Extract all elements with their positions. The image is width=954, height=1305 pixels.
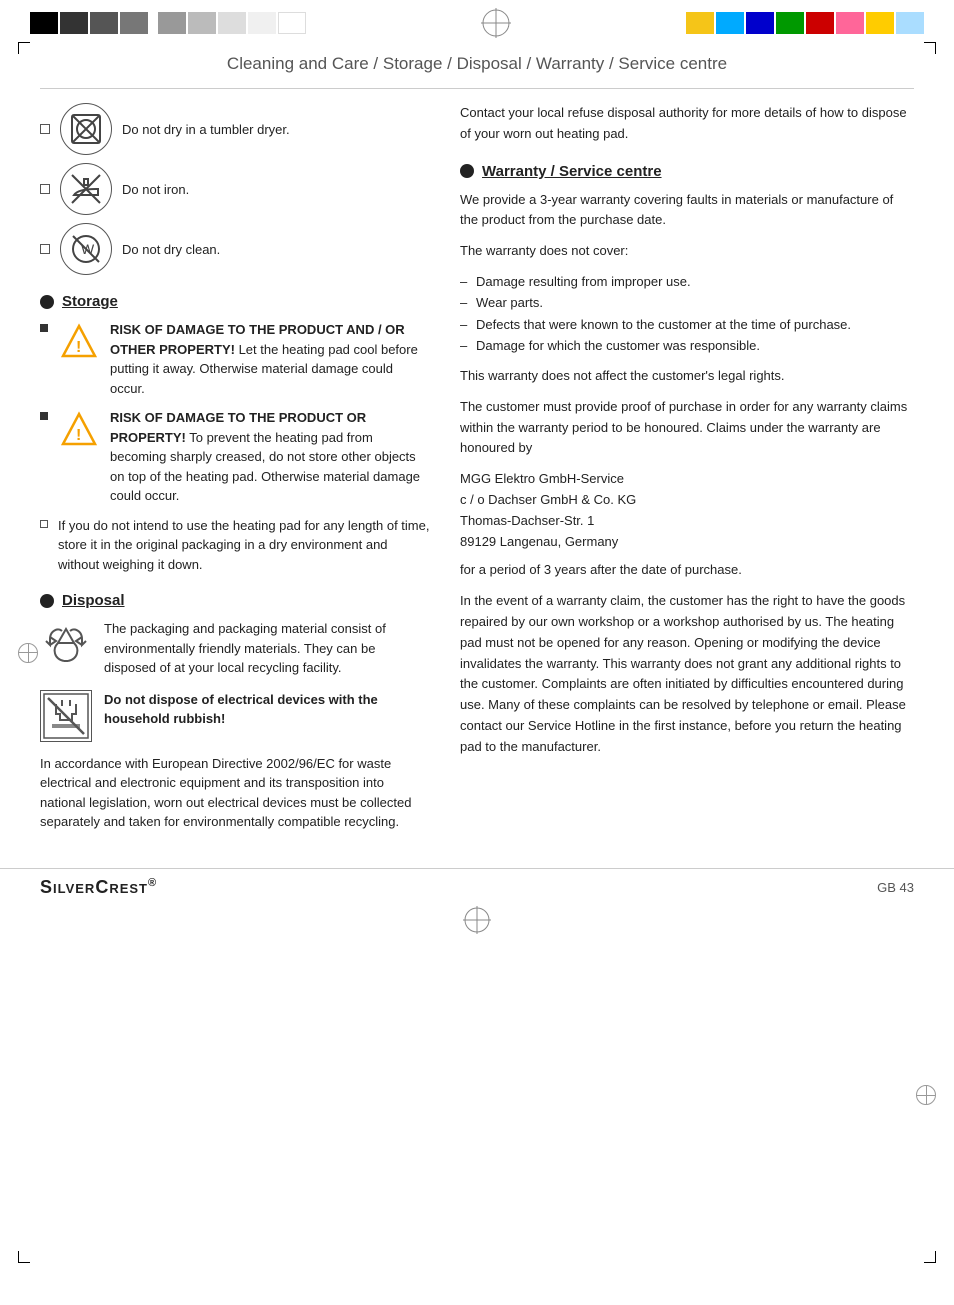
no-dispose-block: Do not dispose of electrical devices wit… [40,690,430,742]
warranty-legal: This warranty does not affect the custom… [460,366,914,387]
trademark-symbol: ® [148,877,157,889]
gray-squares [158,12,306,34]
warranty-period: for a period of 3 years after the date o… [460,560,914,581]
checkbox-iron [40,184,50,194]
warranty-not-cover-label: The warranty does not cover: [460,241,914,262]
warning-bullet-2 [40,412,48,420]
no-dry-clean-icon: W [60,223,112,275]
directive-text: In accordance with European Directive 20… [40,754,430,832]
warning-bullet-1 [40,324,48,332]
two-column-layout: Do not dry in a tumbler dryer. Do not ir… [40,103,914,838]
care-label-dryclean: Do not dry clean. [122,242,220,257]
warranty-title: Warranty / Service centre [482,163,662,180]
warranty-list: Damage resulting from improper use. Wear… [460,272,914,356]
warning-text-2: RISK OF DAMAGE TO THE PRODUCT OR PROPERT… [110,408,430,506]
left-column: Do not dry in a tumbler dryer. Do not ir… [40,103,430,838]
brand-text: SilverCrest [40,877,148,897]
storage-section-header: Storage [40,293,430,310]
disposal-bullet [40,594,54,608]
recycling-text: The packaging and packaging material con… [104,619,430,678]
top-crosshair [306,8,686,38]
disposal-title: Disposal [62,592,125,609]
warning-icon-2: ! [58,408,100,450]
page-title: Cleaning and Care / Storage / Disposal /… [40,46,914,89]
storage-warning-1: ! RISK OF DAMAGE TO THE PRODUCT AND / OR… [40,320,430,398]
bottom-crosshair [0,902,954,940]
color-squares [686,12,924,34]
no-dispose-icon [40,690,92,742]
svg-text:!: ! [76,427,81,444]
storage-title: Storage [62,293,118,310]
disposal-section-header: Disposal [40,592,430,609]
warranty-list-item-3: Defects that were known to the customer … [460,315,914,335]
brand-logo: SilverCrest® [40,877,157,898]
no-dispose-bold: Do not dispose of electrical devices wit… [104,692,378,727]
checkbox-dryer [40,124,50,134]
color-bar [0,0,954,46]
recycling-icon [40,619,92,671]
main-content: Cleaning and Care / Storage / Disposal /… [0,46,954,858]
address-line-4: 89129 Langenau, Germany [460,532,914,553]
warning-icon-1: ! [58,320,100,362]
warning-text-1: RISK OF DAMAGE TO THE PRODUCT AND / OR O… [110,320,430,398]
warranty-event: In the event of a warranty claim, the cu… [460,591,914,757]
no-iron-icon [60,163,112,215]
checkbox-dryclean [40,244,50,254]
care-label-dryer: Do not dry in a tumbler dryer. [122,122,290,137]
page-number: GB 43 [877,880,914,895]
care-item-dryer: Do not dry in a tumbler dryer. [40,103,430,155]
no-tumble-dry-icon [60,103,112,155]
storage-warning-2: ! RISK OF DAMAGE TO THE PRODUCT OR PROPE… [40,408,430,506]
warranty-proof: The customer must provide proof of purch… [460,397,914,459]
storage-bullet [40,295,54,309]
warranty-section-header: Warranty / Service centre [460,163,914,180]
page-footer: SilverCrest® GB 43 [0,868,954,902]
warranty-bullet [460,164,474,178]
address-line-1: MGG Elektro GmbH-Service [460,469,914,490]
black-squares [30,12,148,34]
warranty-list-item-1: Damage resulting from improper use. [460,272,914,292]
contact-text: Contact your local refuse disposal autho… [460,103,914,145]
no-dispose-text: Do not dispose of electrical devices wit… [104,690,430,729]
warranty-list-item-4: Damage for which the customer was respon… [460,336,914,356]
square-bullet [40,520,48,528]
care-item-iron: Do not iron. [40,163,430,215]
address-line-3: Thomas-Dachser-Str. 1 [460,511,914,532]
care-label-iron: Do not iron. [122,182,189,197]
recycling-block: The packaging and packaging material con… [40,619,430,678]
warranty-list-item-2: Wear parts. [460,293,914,313]
warranty-intro: We provide a 3-year warranty covering fa… [460,190,914,232]
storage-note: If you do not intend to use the heating … [40,516,430,575]
right-column: Contact your local refuse disposal autho… [460,103,914,838]
warranty-address: MGG Elektro GmbH-Service c / o Dachser G… [460,469,914,552]
care-item-dryclean: W Do not dry clean. [40,223,430,275]
storage-note-text: If you do not intend to use the heating … [58,516,430,575]
svg-text:!: ! [76,339,81,356]
address-line-2: c / o Dachser GmbH & Co. KG [460,490,914,511]
